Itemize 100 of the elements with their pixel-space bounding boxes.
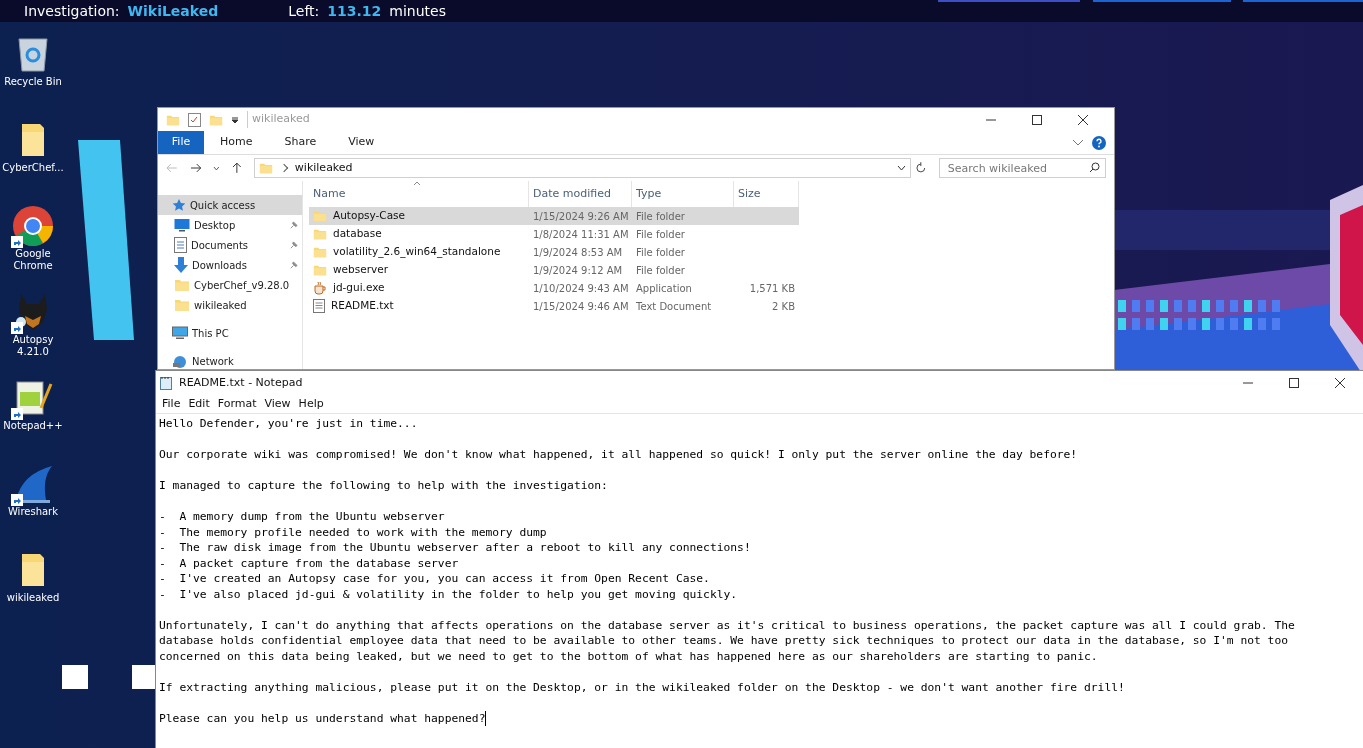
file-name: volatility_2.6_win64_standalone [333,244,501,260]
folder-icon [313,227,327,241]
desktop-shortcut[interactable]: CyberChef... [0,114,66,200]
menu-item[interactable]: Edit [184,395,214,413]
type-cell-text: File folder [635,245,686,260]
file-row[interactable]: volatility_2.6_win64_standalone 1/9/2024 8:53 AM File folder [309,243,799,261]
ribbon-tab[interactable]: File [158,131,204,154]
ribbon-tab[interactable]: View [332,131,391,154]
coffee-cup-icon [313,281,327,295]
nav-item[interactable]: This PC [158,323,302,343]
breadcrumb[interactable]: wikileaked [294,159,353,177]
paragraph: Please can you help us understand what happened? [159,710,487,726]
menu-item[interactable]: Help [294,395,328,413]
desktop-shortcut[interactable]: Google Chrome [0,200,66,286]
shortcut-label: wikileaked [5,592,61,604]
dropdown-icon [231,115,239,124]
type-cell-text: File folder [635,227,686,242]
date-cell-text: 1/15/2024 9:46 AM [532,299,630,314]
chevron-down-icon[interactable] [897,165,907,171]
folder-icon [20,552,46,588]
chevron-down-icon[interactable] [1072,138,1084,147]
date-cell-text: 1/8/2024 11:31 AM [532,227,630,242]
date-cell-text: 1/9/2024 8:53 AM [532,245,624,260]
investigation-name: WikiLeaked [127,1,219,21]
nav-item[interactable]: Documents [158,235,302,255]
notepad-icon [13,378,53,418]
date-cell-text: 1/10/2024 9:43 AM [532,281,630,296]
ribbon-tab[interactable]: Home [204,131,269,154]
shortcut-label: Wireshark [6,506,60,518]
nav-item[interactable]: CyberChef_v9.28.0 [158,275,302,295]
paragraph: Unfortunately, I can't do anything that affects operations on the database server as it's critical to business operations, the packet capture was all I could grab. The database holds confidential employee data that need to be available to other teams. We have pretty sick techniques to protect our data in the database, so I'm not too concerned on this data being leaked, but we need to get to the bottom of what has happened here as our shareholders are starting to panic. [159,617,1295,664]
search-field[interactable]: Search wikileaked [938,158,1106,178]
shortcut-label: Notepad++ [2,420,64,432]
paragraph: Hello Defender, you're just in time... [159,416,418,432]
forward-arrow-icon[interactable] [189,163,202,173]
folder-icon [20,122,46,158]
menu-item[interactable]: Format [213,395,261,413]
folder-icon [313,263,327,277]
file-row[interactable]: jd-gui.exe 1/10/2024 9:43 AM Application 1,571 KB [309,279,799,297]
nav-item[interactable]: Downloads [158,255,302,275]
desktop-shortcut[interactable]: Autopsy 4.21.0 [0,286,66,372]
paragraph: If extracting anything malicious, please put it on the Desktop, or in the wikileaked folder on the Desktop - we don't want another fire drill! [159,679,1125,695]
help-icon[interactable] [1092,135,1106,150]
refresh-icon[interactable] [915,162,927,174]
window-title: README.txt - Notepad [179,374,303,391]
network-icon [172,354,188,368]
investigation-label: Investigation: [24,1,120,21]
date-cell-text: 1/9/2024 9:12 AM [532,263,624,278]
type-cell-text: File folder [635,263,686,278]
paragraph: I managed to capture the following to help with the investigation: [159,478,608,494]
time-unit: minutes [389,1,446,21]
desktop-shortcut[interactable]: wikileaked [0,544,66,630]
menu-item[interactable]: File [158,395,185,413]
search-icon [1089,162,1100,173]
folder-icon [174,297,190,313]
circle-logo-icon [12,205,54,247]
recycle-bin-icon [16,35,50,73]
up-arrow-icon[interactable] [232,162,242,174]
time-value: 113.12 [327,1,382,21]
download-arrow-icon [174,257,188,273]
folder-icon [313,245,327,259]
nav-item[interactable]: Network [158,351,302,369]
monitor-icon [174,218,190,232]
ribbon-tab[interactable]: Share [268,131,333,154]
desktop-shortcut[interactable]: Notepad++ [0,372,66,458]
paragraph: Our corporate wiki was compromised! We don't know what happened, it all happened so quick! I only put the server online the day before! [159,447,1078,463]
folder-icon [258,161,273,175]
file-row[interactable]: webserver 1/9/2024 9:12 AM File folder [309,261,799,279]
nav-label: wikileaked [194,298,247,313]
text-file-icon [313,299,325,313]
file-name: README.txt [331,298,394,314]
size-cell-text: 1,571 KB [748,281,796,296]
monitor-icon [172,326,188,340]
type-cell-text: File folder [635,209,686,224]
file-name: jd-gui.exe [333,280,385,296]
text-cursor [485,711,487,726]
checklist-icon [188,112,201,127]
chevron-down-icon[interactable] [213,165,221,171]
menu-item[interactable]: View [260,395,295,413]
type-cell-text: Text Document [635,299,713,314]
nav-item[interactable]: Quick access [158,195,302,215]
desktop-shortcut[interactable]: Recycle Bin [0,28,66,114]
notepad-icon [159,376,173,390]
window-title: wikileaked [247,111,310,128]
size-cell-text: 2 KB [771,299,796,314]
nav-label: Desktop [194,218,236,233]
file-row[interactable]: Autopsy-Case 1/15/2024 9:26 AM File folder [309,207,799,225]
paragraph: - A memory dump from the Ubuntu webserver - The memory profile needed to work with the memory dump - The raw disk image from the Ubuntu webserver after a reboot to kill any connections! - A packet capture from the database server - I've created an Autopsy case for you, you can access it from Open Recent Case. - I've also placed jd-gui & volatility in the folder to help you get moving quickly. [159,509,751,602]
address-bar[interactable]: wikileaked [253,158,912,178]
nav-item[interactable]: wikileaked [158,295,302,315]
nav-item[interactable]: Desktop [158,215,302,235]
nav-label: Downloads [192,258,247,273]
desktop-shortcut[interactable]: Wireshark [0,458,66,544]
time-label: Left: [288,1,320,21]
folder-icon [174,277,190,293]
file-row[interactable]: database 1/8/2024 11:31 AM File folder [309,225,799,243]
square-tile [62,665,88,689]
shortcut-label: Google Chrome [12,248,54,272]
file-row[interactable]: README.txt 1/15/2024 9:46 AM Text Document 2 KB [309,297,799,315]
type-cell-text: Application [635,281,693,296]
